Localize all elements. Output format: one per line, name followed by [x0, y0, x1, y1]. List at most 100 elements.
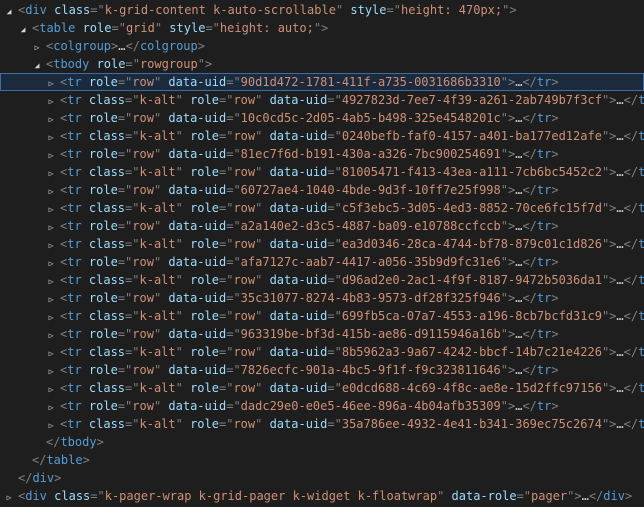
punctuation: >	[197, 39, 205, 53]
collapsed-triangle-icon[interactable]	[4, 489, 14, 507]
tag-name: tr	[67, 183, 82, 197]
attribute-name: role	[81, 291, 118, 305]
punctuation: ="	[226, 183, 241, 197]
punctuation: "	[175, 417, 183, 431]
dom-node-line[interactable]: <tbody role="rowgroup">	[0, 55, 644, 73]
ellipsis: …	[616, 273, 624, 287]
dom-node-line[interactable]: <tr role="row" data-uid="35c31077-8274-4…	[0, 289, 644, 307]
attribute-value: row	[233, 201, 256, 215]
attribute-value: row	[132, 327, 154, 341]
punctuation: ">	[500, 183, 516, 197]
attribute-name: data-uid	[161, 399, 227, 413]
attribute-name: data-uid	[262, 417, 328, 431]
punctuation: </	[522, 363, 537, 377]
punctuation: ">	[500, 255, 516, 269]
attribute-name: role	[182, 237, 219, 251]
dom-node-line[interactable]: <tr class="k-alt" role="row" data-uid="e…	[0, 379, 644, 397]
dom-node-line[interactable]: </tbody>	[0, 433, 644, 451]
punctuation: ">	[601, 129, 617, 143]
dom-node-line[interactable]: <tr class="k-alt" role="row" data-uid="6…	[0, 307, 644, 325]
dom-node-line[interactable]: <tr class="k-alt" role="row" data-uid="8…	[0, 343, 644, 361]
punctuation: ">	[500, 147, 516, 161]
tag-name: tr	[67, 399, 82, 413]
dom-node-line[interactable]: <tr role="row" data-uid="81ec7f6d-b191-4…	[0, 145, 644, 163]
punctuation: ="	[226, 75, 241, 89]
punctuation: "	[154, 21, 163, 35]
attribute-name: role	[182, 129, 219, 143]
punctuation: ="	[125, 273, 140, 287]
tag-name: tr	[67, 327, 82, 341]
punctuation: >	[551, 399, 559, 413]
tag-name: tr	[67, 363, 82, 377]
attribute-value: row	[233, 309, 256, 323]
attribute-name: role	[81, 111, 118, 125]
tag-name: tr	[536, 399, 552, 413]
attribute-value: 8b5962a3-9a67-4242-bbcf-14b7c21e4226	[341, 345, 602, 359]
attribute-value: 4927823d-7ee7-4f39-a261-2ab749b7f3cf	[341, 93, 602, 107]
attribute-name: class	[81, 165, 126, 179]
dom-node-line[interactable]: <tr role="row" data-uid="10c0cd5c-2d05-4…	[0, 109, 644, 127]
punctuation: </	[588, 489, 604, 503]
punctuation: </	[522, 399, 537, 413]
punctuation: ="	[218, 345, 234, 359]
dom-node-line[interactable]: <tr role="row" data-uid="90d1d472-1781-4…	[0, 73, 644, 91]
tag-name: tr	[536, 327, 552, 341]
dom-node-line[interactable]: <tr role="row" data-uid="a2a140e2-d3c5-4…	[0, 217, 644, 235]
dom-node-line[interactable]: <tr role="row" data-uid="60727ae4-1040-4…	[0, 181, 644, 199]
attribute-name: role	[182, 417, 219, 431]
punctuation: "	[175, 93, 183, 107]
attribute-name: data-uid	[161, 291, 227, 305]
ellipsis: …	[616, 417, 624, 431]
dom-node-line[interactable]: <tr class="k-alt" role="row" data-uid="8…	[0, 163, 644, 181]
tag-name: tr	[638, 129, 644, 143]
attribute-value: ea3d0346-28ca-4744-bf78-879c01c1d826	[341, 237, 602, 251]
punctuation: ="	[218, 93, 234, 107]
tag-name: tr	[67, 165, 82, 179]
dom-node-line[interactable]: <tr class="k-alt" role="row" data-uid="e…	[0, 235, 644, 253]
punctuation: "	[175, 237, 183, 251]
attribute-name: role	[75, 21, 112, 35]
dom-node-line[interactable]: <tr class="k-alt" role="row" data-uid="3…	[0, 415, 644, 433]
dom-node-line[interactable]: <tr role="row" data-uid="963319be-bf3d-4…	[0, 325, 644, 343]
punctuation: ="	[218, 165, 234, 179]
attribute-name: class	[81, 345, 126, 359]
punctuation: ">	[313, 21, 329, 35]
attribute-value: row	[233, 381, 256, 395]
dom-node-line[interactable]: <tr class="k-alt" role="row" data-uid="c…	[0, 199, 644, 217]
tag-name: colgroup	[53, 39, 112, 53]
punctuation: ="	[218, 129, 234, 143]
punctuation: </	[32, 453, 47, 467]
punctuation: ="	[327, 165, 342, 179]
dom-node-line[interactable]: <colgroup>…</colgroup>	[0, 37, 644, 55]
punctuation: ="	[218, 417, 234, 431]
attribute-name: role	[182, 93, 219, 107]
dom-node-line[interactable]: <table role="grid" style="height: auto;"…	[0, 19, 644, 37]
attribute-name: class	[81, 309, 126, 323]
attribute-value: row	[132, 111, 154, 125]
dom-node-line[interactable]: <div class="k-pager-wrap k-grid-pager k-…	[0, 487, 644, 505]
punctuation: </	[623, 93, 639, 107]
dom-node-line[interactable]: <tr class="k-alt" role="row" data-uid="4…	[0, 91, 644, 109]
dom-node-line[interactable]: <tr role="row" data-uid="dadc29e0-e0e5-4…	[0, 397, 644, 415]
dom-node-line[interactable]: <tr role="row" data-uid="afa7127c-aab7-4…	[0, 253, 644, 271]
dom-node-line[interactable]: <tr class="k-alt" role="row" data-uid="d…	[0, 271, 644, 289]
attribute-value: row	[132, 399, 154, 413]
attribute-value: row	[233, 345, 256, 359]
punctuation: ="	[117, 147, 133, 161]
dom-node-line[interactable]: <tr role="row" data-uid="7826ecfc-901a-4…	[0, 361, 644, 379]
punctuation: </	[125, 39, 140, 53]
attribute-name: role	[81, 327, 118, 341]
attribute-name: data-uid	[161, 75, 227, 89]
dom-node-line[interactable]: <tr class="k-alt" role="row" data-uid="0…	[0, 127, 644, 145]
punctuation: ">	[502, 3, 517, 17]
attribute-name: data-uid	[262, 381, 328, 395]
punctuation: </	[623, 273, 639, 287]
dom-node-line[interactable]: </table>	[0, 451, 644, 469]
punctuation: ="	[226, 147, 241, 161]
dom-node-line[interactable]: </div>	[0, 469, 644, 487]
attribute-value: afa7127c-aab7-4417-a056-35b9d9fc31e6	[240, 255, 501, 269]
dom-node-line[interactable]: <div class="k-grid-content k-auto-scroll…	[0, 1, 644, 19]
tag-name: tr	[536, 111, 552, 125]
tag-name: tr	[67, 291, 82, 305]
attribute-value: row	[233, 273, 256, 287]
